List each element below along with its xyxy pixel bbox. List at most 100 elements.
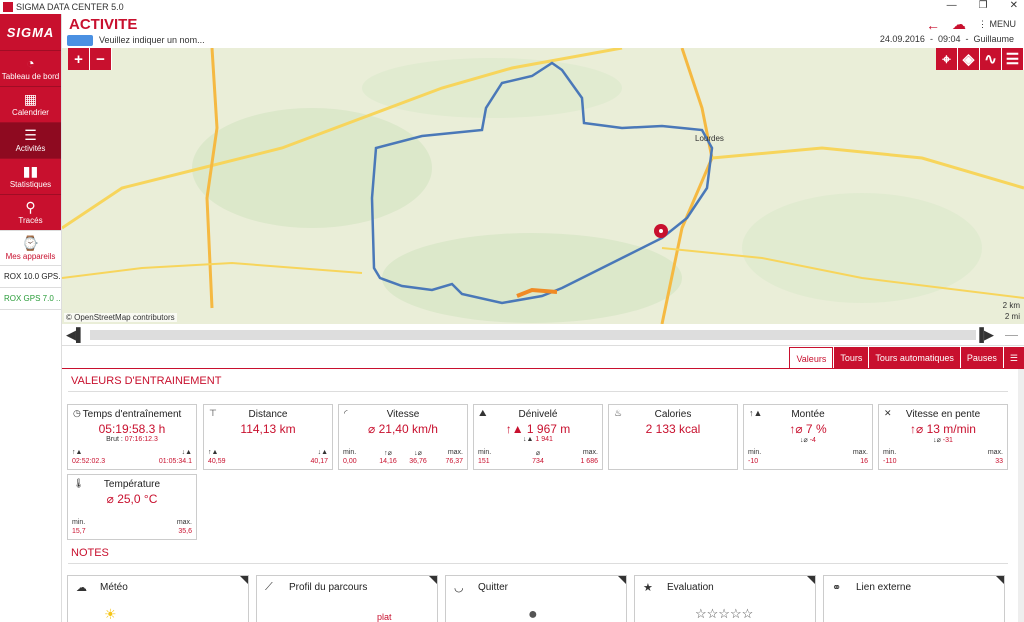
label: ↑▲: [208, 449, 219, 456]
watch-icon: ⌚: [21, 234, 40, 251]
card-labels: min. ↑⌀ ↓⌀ max.: [343, 449, 463, 457]
timeline-next-icon[interactable]: ▐▶: [975, 327, 994, 343]
note-weather[interactable]: ☁ Météo ☀: [67, 575, 249, 622]
value: 0,00: [343, 458, 357, 465]
label: max.: [987, 449, 1003, 456]
note-external-link[interactable]: ⚭ Lien externe: [823, 575, 1005, 622]
note-rating[interactable]: ★ Evaluation ☆☆☆☆☆: [634, 575, 816, 622]
expand-corner-icon[interactable]: [996, 576, 1004, 584]
value: 734: [532, 458, 544, 465]
label: max.: [852, 449, 868, 456]
sidebar-item-calendar[interactable]: ▦ Calendrier: [0, 86, 61, 122]
tab-auto-laps[interactable]: Tours automatiques: [869, 347, 960, 369]
sidebar-item-statistics[interactable]: ▮▮ Statistiques: [0, 158, 61, 194]
activity-user: Guillaume: [973, 34, 1014, 44]
sport-icon[interactable]: [67, 35, 93, 46]
zoom-in-button[interactable]: +: [68, 48, 90, 70]
sidebar-item-dashboard[interactable]: ◔ Tableau de bord: [0, 50, 61, 86]
tab-values[interactable]: Valeurs: [789, 347, 834, 369]
sidebar-item-devices[interactable]: ⌚ Mes appareils: [0, 230, 61, 266]
close-icon[interactable]: ✕: [1010, 0, 1018, 11]
notes-section-title: NOTES: [71, 547, 109, 559]
note-feeling[interactable]: ◡ Quitter ●: [445, 575, 627, 622]
link-icon: ⚭: [832, 582, 842, 594]
tab-list-icon[interactable]: ☰: [1003, 347, 1024, 369]
value: 35,6: [178, 528, 192, 535]
label: ↓▲: [317, 449, 328, 456]
card-values: 151 734 1 686: [478, 458, 598, 465]
sidebar-item-activities[interactable]: ☰ Activités: [0, 122, 61, 158]
timeline-prev-icon[interactable]: ◀▌: [66, 327, 85, 343]
card-sub: Brut : 07:16:12.3: [68, 436, 196, 443]
card-main-value: ⌀ 21,40 km/h: [368, 422, 438, 436]
locate-icon[interactable]: ⌖: [936, 48, 958, 70]
device-item[interactable]: ROX GPS 7.0 ...: [0, 288, 61, 310]
mood-icon: ◡: [454, 582, 464, 594]
sub-value: -4: [809, 437, 816, 444]
value: -110: [883, 458, 897, 465]
layers-icon[interactable]: ◈: [958, 48, 980, 70]
list-icon: ☰: [24, 127, 37, 143]
sidebar-item-label: Mes appareils: [5, 251, 56, 261]
card-climb: ↑▲ Montée ↑⌀ 7 % ↓⌀ -4 min. max. -10 16: [743, 404, 873, 470]
card-speed: ◜ Vitesse ⌀ 21,40 km/h min. ↑⌀ ↓⌀ max. 0,00…: [338, 404, 468, 470]
note-title: Lien externe: [856, 582, 912, 593]
sidebar-item-label: Activités: [15, 144, 46, 153]
cloud-sync-icon[interactable]: ☁: [952, 16, 966, 33]
route-map[interactable]: Lourdes + − ⌖ ◈ ∿ ☰ © OpenStreetMap cont…: [62, 48, 1024, 324]
card-title: Temps d'entraînement: [82, 409, 182, 420]
value: 36,76: [409, 458, 427, 465]
device-item[interactable]: ROX 10.0 GPS...: [0, 266, 61, 288]
label: ↓⌀: [414, 450, 422, 457]
values-panel: VALEURS D'ENTRAINEMENT ◷ Temps d'entraîn…: [62, 369, 1020, 622]
zoom-out-button[interactable]: −: [90, 48, 112, 70]
rating-stars[interactable]: ☆☆☆☆☆: [695, 606, 753, 622]
tab-pauses[interactable]: Pauses: [960, 347, 1003, 369]
expand-corner-icon[interactable]: [618, 576, 626, 584]
list-icon[interactable]: ☰: [1002, 48, 1024, 70]
sub-label: ↓▲: [523, 436, 534, 443]
menu-button[interactable]: ⋮ MENU: [978, 19, 1016, 30]
back-arrow-icon[interactable]: ←: [926, 17, 940, 33]
card-labels: ↑▲ ↓▲: [72, 449, 192, 456]
card-sub: ↓⌀ -31: [879, 436, 1007, 444]
tab-laps[interactable]: Tours: [834, 347, 869, 369]
dashboard-icon: ◔: [26, 55, 35, 71]
content-scrollbar[interactable]: [1018, 369, 1024, 622]
scale-mi: 2 mi: [1004, 312, 1020, 321]
card-main-value: ↑⌀ 13 m/min: [910, 422, 976, 436]
zoom-controls: + −: [68, 48, 112, 70]
chart-icon[interactable]: ∿: [980, 48, 1002, 70]
page-title: ACTIVITE: [69, 16, 138, 33]
card-labels: min. ⌀ max.: [478, 449, 598, 457]
card-title: Vitesse en pente: [905, 409, 981, 420]
activity-name-field[interactable]: Veuillez indiquer un nom...: [99, 35, 205, 45]
expand-corner-icon[interactable]: [429, 576, 437, 584]
profile-icon: ⟋: [265, 581, 273, 593]
minimize-icon[interactable]: —: [947, 0, 957, 11]
maximize-icon[interactable]: ❐: [979, 0, 988, 11]
value: 15,7: [72, 528, 86, 535]
note-title: Quitter: [478, 582, 509, 593]
sidebar-item-tracks[interactable]: ⚲ Tracés: [0, 194, 61, 230]
value: 02:52:02.3: [72, 458, 106, 465]
label: max.: [176, 519, 192, 526]
menu-label: MENU: [989, 19, 1017, 29]
section-divider: [68, 563, 1008, 564]
collapse-icon[interactable]: —: [1005, 327, 1018, 342]
timeline-track[interactable]: [90, 330, 976, 340]
value: 40,17: [310, 458, 328, 465]
note-route-profile[interactable]: ⟋ Profil du parcours plat: [256, 575, 438, 622]
value: 33: [995, 458, 1003, 465]
card-title: Dénivelé: [518, 409, 558, 420]
sidebar-item-label: Statistiques: [9, 180, 52, 189]
section-divider: [68, 391, 1008, 392]
expand-corner-icon[interactable]: [807, 576, 815, 584]
card-labels: min. max.: [883, 449, 1003, 456]
profile-value: plat: [377, 612, 392, 622]
expand-corner-icon[interactable]: [240, 576, 248, 584]
activity-meta: 24.09.2016 - 09:04 - Guillaume: [879, 34, 1014, 44]
value: 40,59: [208, 458, 226, 465]
timeline-slider: ◀▌ ▐▶ —: [62, 324, 1024, 346]
sidebar-item-label: Tableau de bord: [1, 72, 60, 81]
